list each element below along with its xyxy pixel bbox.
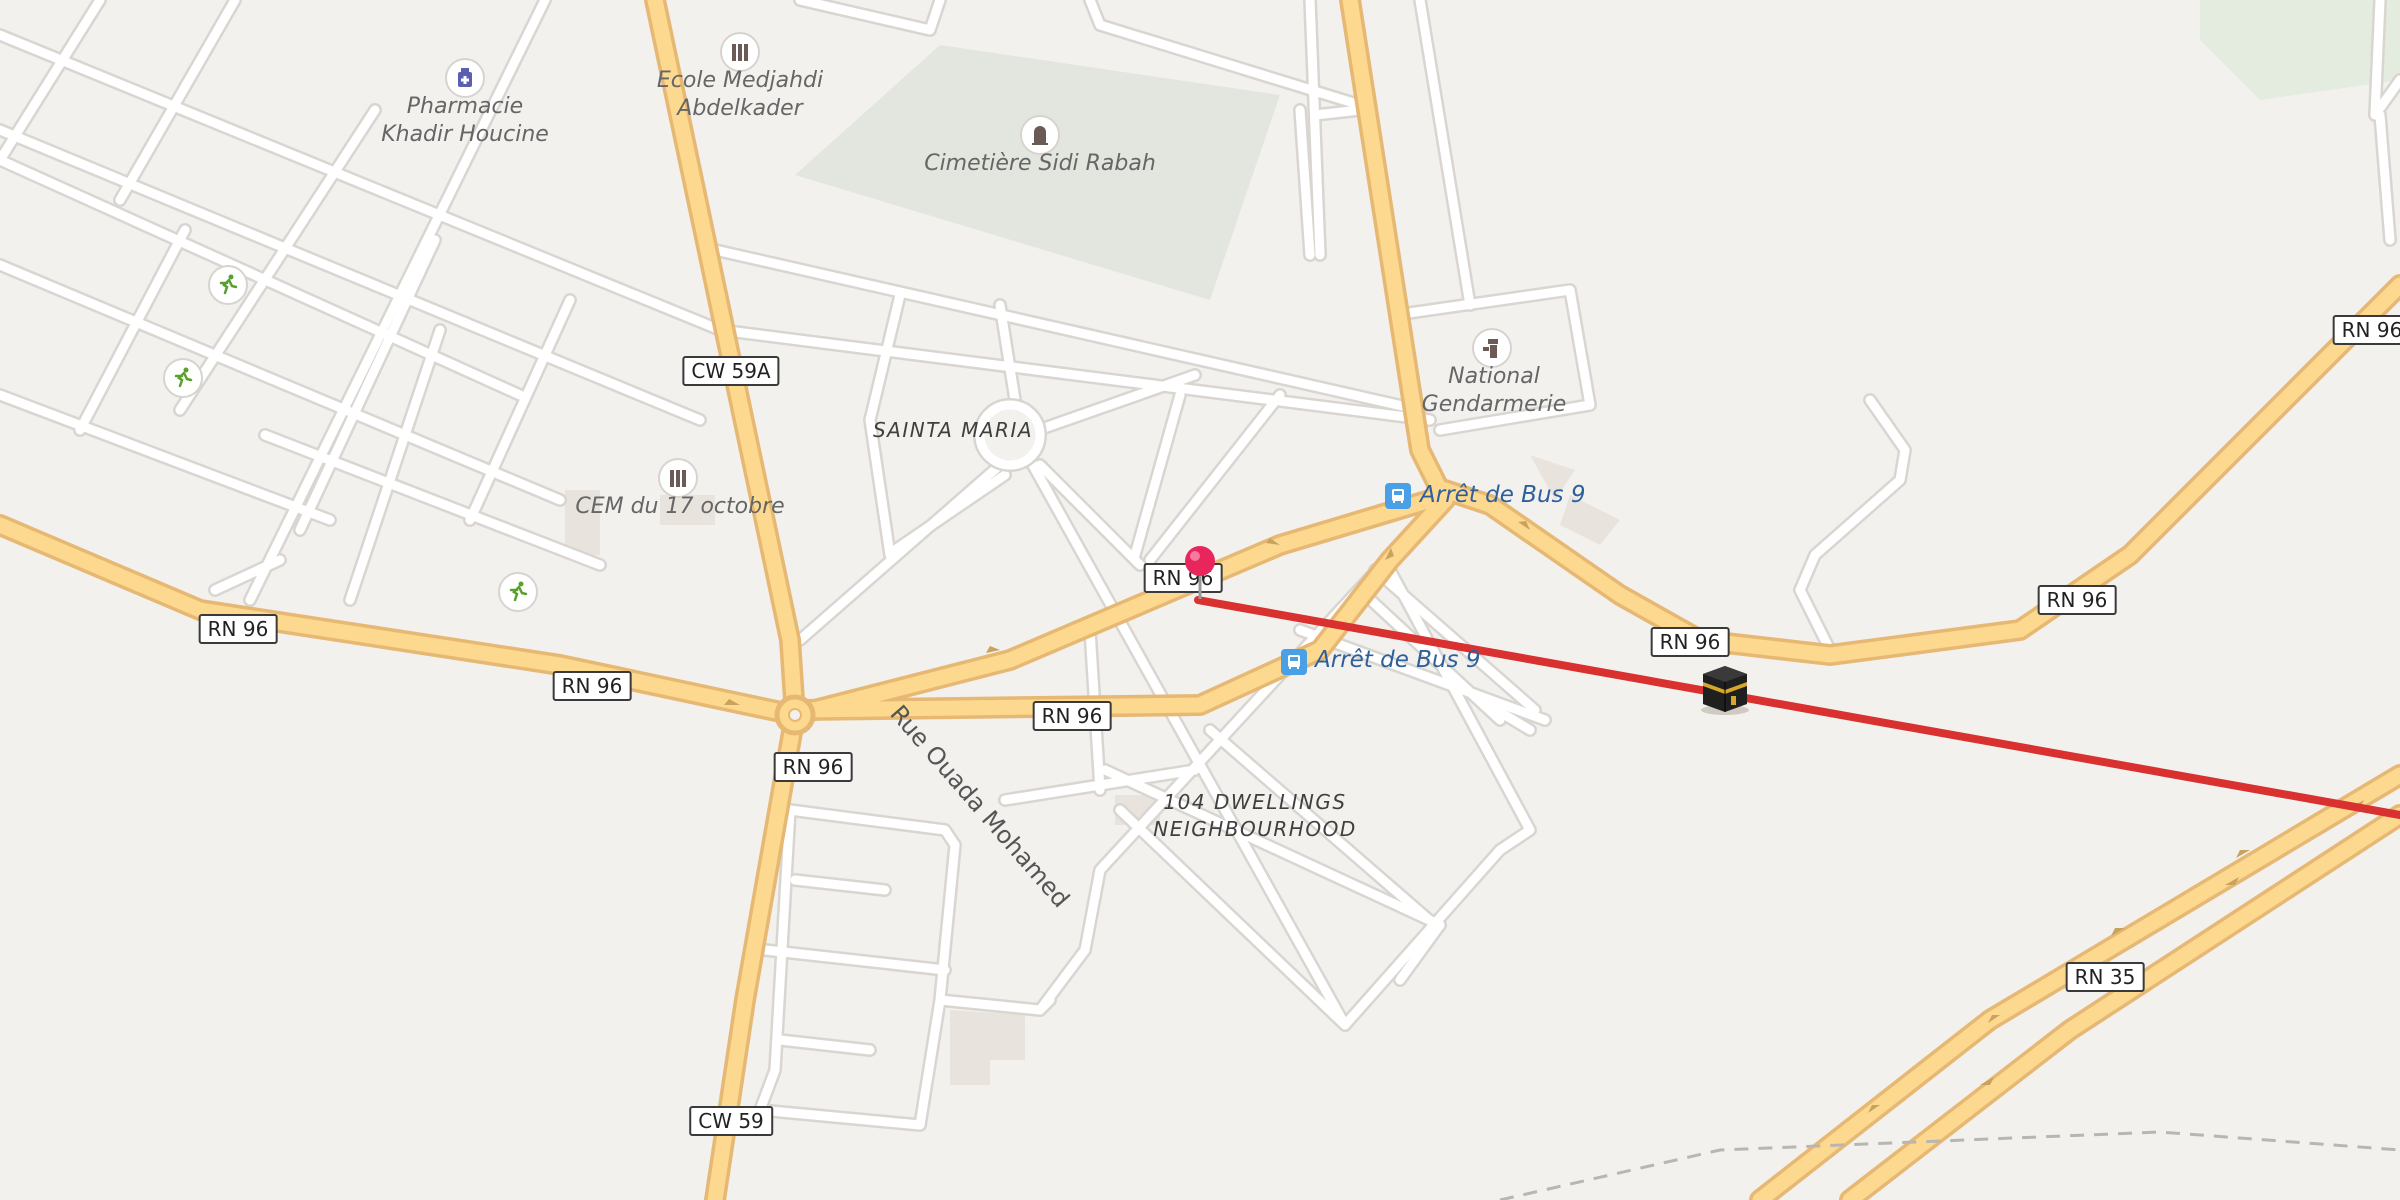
bus-stop-icon[interactable]: [1281, 649, 1307, 675]
sport-icon[interactable]: [208, 265, 248, 305]
road-label-rn96: RN 96: [198, 614, 278, 644]
bus-stop-label: Arrêt de Bus 9: [1420, 482, 1586, 508]
road-label-cw59: CW 59: [689, 1106, 773, 1136]
poi-label-gendarmerie: National Gendarmerie: [1421, 364, 1567, 417]
road-label-rn96: RN 96: [2332, 315, 2400, 345]
police-icon[interactable]: [1472, 328, 1512, 368]
sport-icon[interactable]: [498, 572, 538, 612]
road-label-rn96: RN 96: [1032, 701, 1112, 731]
poi-label-ecole: Ecole Medjahdi Abdelkader: [656, 68, 824, 121]
poi-label-pharmacie: Pharmacie Khadir Houcine: [381, 94, 549, 147]
road-label-rn35: RN 35: [2065, 962, 2145, 992]
pharmacy-icon[interactable]: [445, 58, 485, 98]
road-label-rn96: RN 96: [773, 752, 853, 782]
qibla-direction-line: [1194, 596, 2400, 819]
road-label-rn96: RN 96: [1650, 627, 1730, 657]
bus-stop-label: Arrêt de Bus 9: [1315, 647, 1481, 673]
poi-label-cimetiere: Cimetière Sidi Rabah: [924, 151, 1156, 176]
school-icon[interactable]: [658, 458, 698, 498]
place-label-sainta-maria: SAINTA MARIA: [872, 418, 1034, 442]
road-label-cw59a: CW 59A: [682, 356, 780, 386]
map-pin-icon[interactable]: [1180, 543, 1220, 607]
poi-label-cem: CEM du 17 octobre: [575, 494, 785, 519]
road-label-rn96: RN 96: [2037, 585, 2117, 615]
cemetery-icon[interactable]: [1020, 115, 1060, 155]
map-canvas[interactable]: RN 96 RN 96 RN 96 RN 96 RN 96 RN 96 RN 9…: [0, 0, 2400, 1200]
road-label-rn96: RN 96: [552, 671, 632, 701]
place-label-dwellings: 104 DWELLINGS NEIGHBOURHOOD: [1153, 790, 1357, 841]
kaaba-icon[interactable]: [1697, 660, 1753, 720]
school-icon[interactable]: [720, 32, 760, 72]
sport-icon[interactable]: [163, 358, 203, 398]
bus-stop-icon[interactable]: [1385, 483, 1411, 509]
